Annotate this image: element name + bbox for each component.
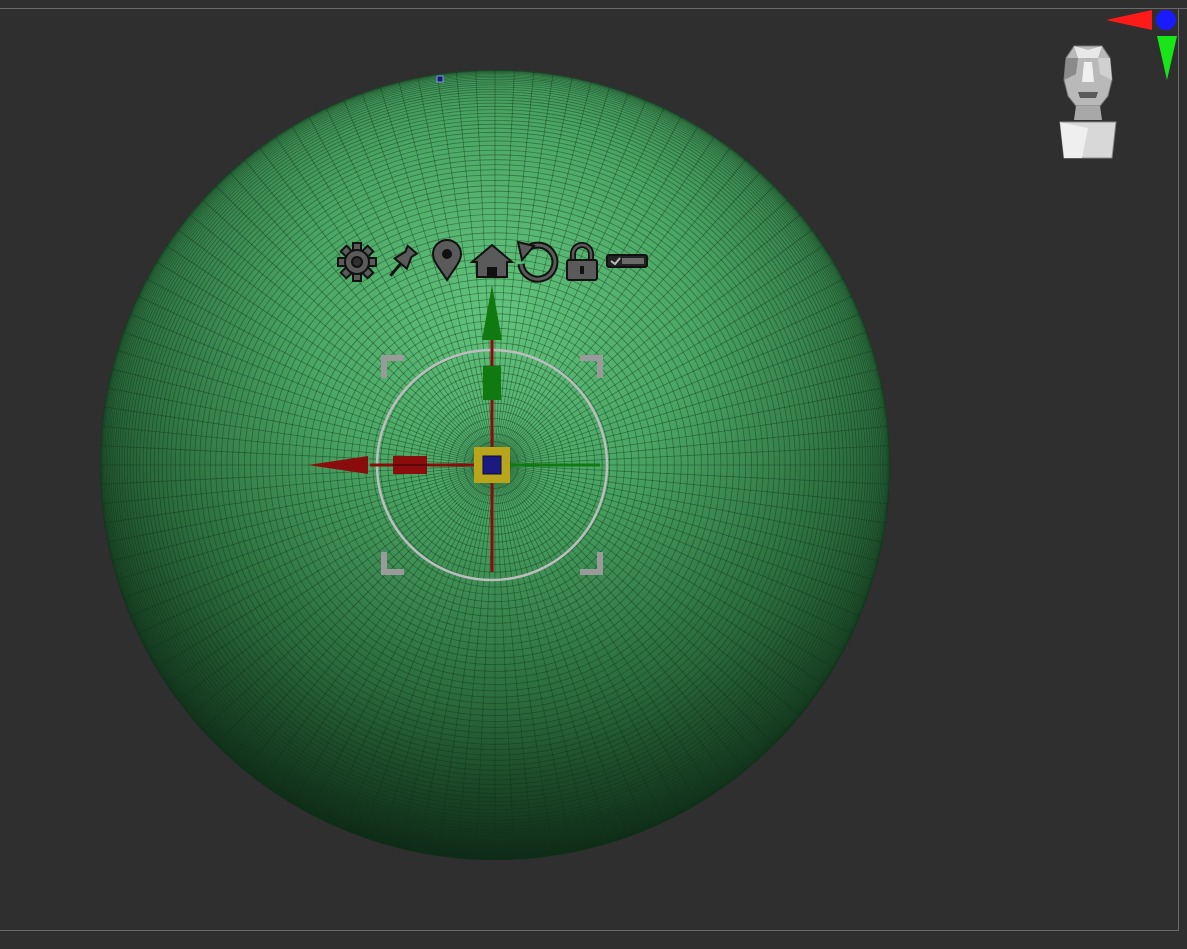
toggle-icon[interactable]: [606, 254, 648, 268]
y-axis-scale-handle[interactable]: [483, 366, 501, 400]
vertex-marker[interactable]: [436, 75, 444, 83]
x-axis-arrow-icon[interactable]: [1106, 10, 1152, 30]
nav-axis-indicator[interactable]: [1106, 10, 1177, 80]
z-axis-dot-icon[interactable]: [1156, 10, 1176, 30]
gear-icon[interactable]: [337, 242, 377, 282]
z-axis-handle[interactable]: [482, 455, 502, 475]
y-axis-arrow-icon[interactable]: [1157, 36, 1177, 80]
head-navigation-icon[interactable]: [1059, 45, 1117, 159]
scene-canvas: [100, 10, 1177, 860]
3d-viewport[interactable]: [0, 0, 1187, 949]
